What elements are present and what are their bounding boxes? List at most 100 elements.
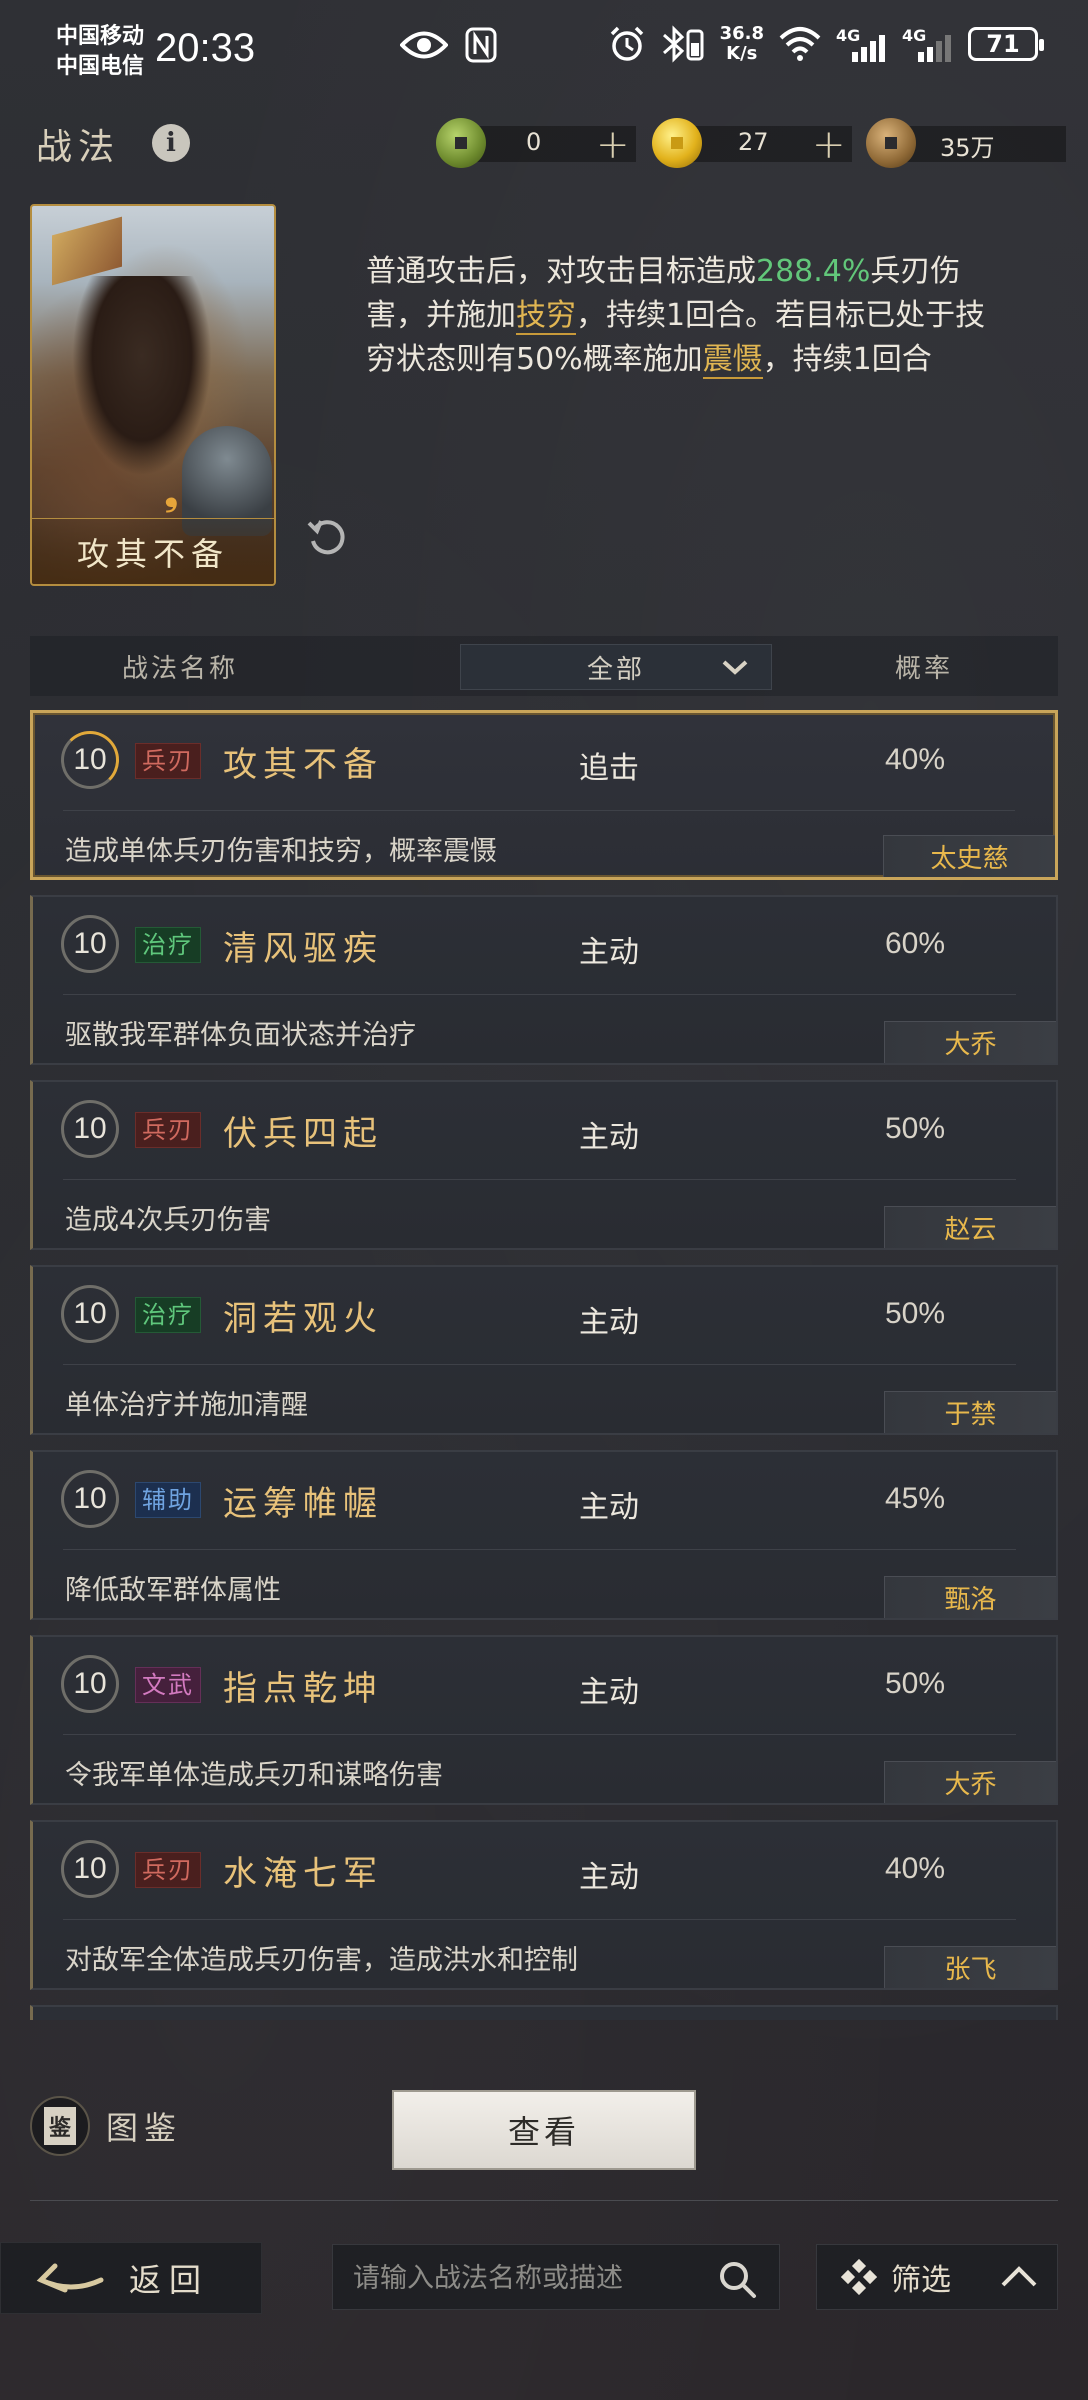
grade-mark-icon: ❟ — [164, 474, 178, 514]
battery-indicator: 71 — [968, 27, 1044, 61]
skill-level: 10 — [61, 1470, 119, 1528]
network-speed: 36.8 K/s — [720, 24, 764, 64]
net-speed-value: 36.8 — [719, 23, 764, 44]
skill-row-partial[interactable] — [30, 2005, 1058, 2020]
skill-name: 指点乾坤 — [223, 1669, 383, 1709]
skill-name: 运筹帷幄 — [223, 1484, 383, 1524]
gold-coin-icon — [652, 118, 702, 168]
skill-rate: 50% — [885, 1112, 946, 1145]
skill-level: 10 — [61, 915, 119, 973]
skill-summary: 令我军单体造成兵刃和谋略伤害 — [65, 1760, 443, 1791]
skill-summary: 对敌军全体造成兵刃伤害，造成洪水和控制 — [65, 1945, 578, 1976]
column-skill-name: 战法名称 — [121, 653, 238, 684]
skill-tag: 兵刃 — [135, 1112, 201, 1148]
chevron-down-icon — [722, 660, 748, 675]
search-box — [332, 2244, 780, 2310]
skill-owner: 张飞 — [884, 1946, 1056, 1988]
search-input[interactable] — [353, 2257, 693, 2299]
signal-2: 4G — [902, 26, 954, 62]
skill-card-art[interactable]: ❟ 攻其不备 — [30, 204, 276, 586]
status-link-jiqiong[interactable]: 技穷 — [516, 298, 576, 335]
back-arrow-icon — [36, 2263, 104, 2293]
currency-jade: 0 + — [436, 118, 636, 168]
jade-coin-icon — [436, 118, 486, 168]
atlas-icon: 鉴 — [30, 2096, 90, 2156]
carrier-2: 中国电信 — [56, 54, 145, 79]
skill-level: 10 — [61, 1100, 119, 1158]
net-speed-unit: K/s — [726, 43, 758, 64]
nfc-icon — [465, 27, 497, 63]
skill-row[interactable]: 10 辅助 运筹帷幄 主动 45% 降低敌军群体属性 甄洛 — [30, 1450, 1058, 1620]
skill-level: 10 — [61, 1840, 119, 1898]
divider — [30, 2200, 1058, 2201]
type-filter-value: 全部 — [586, 654, 645, 685]
atlas-button[interactable]: 鉴 图鉴 — [30, 2096, 182, 2156]
back-button[interactable]: 返回 — [0, 2242, 262, 2314]
skill-row[interactable]: 10 兵刃 水淹七军 主动 40% 对敌军全体造成兵刃伤害，造成洪水和控制 张飞 — [30, 1820, 1058, 1990]
signal-1: 4G — [836, 26, 888, 62]
chevron-up-icon[interactable] — [999, 2263, 1039, 2291]
skill-row[interactable]: 10 文武 指点乾坤 主动 50% 令我军单体造成兵刃和谋略伤害 大乔 — [30, 1635, 1058, 1805]
skill-row[interactable]: 10 治疗 洞若观火 主动 50% 单体治疗并施加清醒 于禁 — [30, 1265, 1058, 1435]
add-jade-button[interactable]: + — [596, 122, 630, 168]
skill-rate: 50% — [885, 1667, 946, 1700]
carrier-1: 中国移动 — [56, 24, 145, 49]
bluetooth-battery-icon — [662, 25, 704, 63]
skill-type: 主动 — [579, 1860, 639, 1895]
skill-tag: 辅助 — [135, 1482, 201, 1518]
skill-summary: 单体治疗并施加清醒 — [65, 1390, 308, 1421]
skill-rate: 50% — [885, 1297, 946, 1330]
skill-type: 主动 — [579, 1490, 639, 1525]
copper-coin-icon — [866, 118, 916, 168]
skill-type: 主动 — [579, 1120, 639, 1155]
skill-row[interactable]: 10 治疗 清风驱疾 主动 60% 驱散我军群体负面状态并治疗 大乔 — [30, 895, 1058, 1065]
page-title: 战法 — [36, 127, 121, 168]
skill-description: 普通攻击后，对攻击目标造成288.4%兵刃伤害，并施加技穷，持续1回合。若目标已… — [366, 254, 986, 379]
wifi-icon — [779, 27, 821, 61]
reset-icon[interactable] — [304, 514, 350, 560]
currency-value: 27 — [738, 128, 769, 156]
skill-rate: 40% — [885, 743, 946, 776]
currency-copper: 35万 — [866, 118, 1066, 168]
skill-summary: 造成4次兵刃伤害 — [65, 1205, 272, 1236]
skill-type: 主动 — [579, 1675, 639, 1710]
back-label: 返回 — [129, 2261, 210, 2299]
skill-level: 10 — [61, 1285, 119, 1343]
signal-bars-icon — [918, 35, 951, 62]
skill-summary: 造成单体兵刃伤害和技穷，概率震慑 — [65, 836, 497, 867]
filter-button[interactable]: 筛选 — [816, 2244, 1058, 2310]
status-icons-left — [400, 26, 498, 64]
add-gold-button[interactable]: + — [812, 122, 846, 168]
skill-owner: 大乔 — [884, 1761, 1056, 1803]
view-button[interactable]: 查看 — [392, 2090, 696, 2170]
skill-owner: 甄洛 — [884, 1576, 1056, 1618]
type-filter-select[interactable]: 全部 — [460, 644, 772, 690]
skill-row[interactable]: 10 兵刃 伏兵四起 主动 50% 造成4次兵刃伤害 赵云 — [30, 1080, 1058, 1250]
skill-row[interactable]: 10 兵刃 攻其不备 追击 40% 造成单体兵刃伤害和技穷，概率震慑 太史慈 — [30, 710, 1058, 880]
skill-list[interactable]: 10 兵刃 攻其不备 追击 40% 造成单体兵刃伤害和技穷，概率震慑 太史慈 1… — [30, 710, 1058, 2020]
currency-value: 0 — [526, 128, 542, 156]
list-header: 战法名称 全部 概率 — [30, 636, 1058, 696]
skill-summary: 降低敌军群体属性 — [65, 1575, 281, 1606]
skill-name: 洞若观火 — [223, 1299, 383, 1339]
skill-name: 攻其不备 — [223, 745, 383, 785]
info-icon[interactable]: i — [152, 124, 190, 162]
column-rate: 概率 — [894, 653, 953, 684]
skill-tag: 治疗 — [135, 1297, 201, 1333]
atlas-label: 图鉴 — [106, 2109, 183, 2147]
skill-tag: 治疗 — [135, 927, 201, 963]
skill-summary: 驱散我军群体负面状态并治疗 — [65, 1020, 416, 1051]
skill-tag: 兵刃 — [135, 743, 201, 779]
skill-owner: 于禁 — [884, 1391, 1056, 1433]
filter-icon — [841, 2259, 877, 2295]
status-link-zhenshe[interactable]: 震慑 — [702, 342, 763, 379]
header-bar: 战法 i 0 + 27 + 35万 — [0, 110, 1088, 180]
skill-level: 10 — [61, 1655, 119, 1713]
skill-name: 伏兵四起 — [223, 1114, 383, 1154]
clock: 20:33 — [155, 26, 256, 70]
search-icon[interactable] — [717, 2259, 757, 2299]
skill-owner: 赵云 — [884, 1206, 1056, 1248]
skill-type: 追击 — [579, 751, 639, 786]
damage-percent: 288.4% — [756, 254, 871, 289]
skill-tag: 兵刃 — [135, 1852, 201, 1888]
